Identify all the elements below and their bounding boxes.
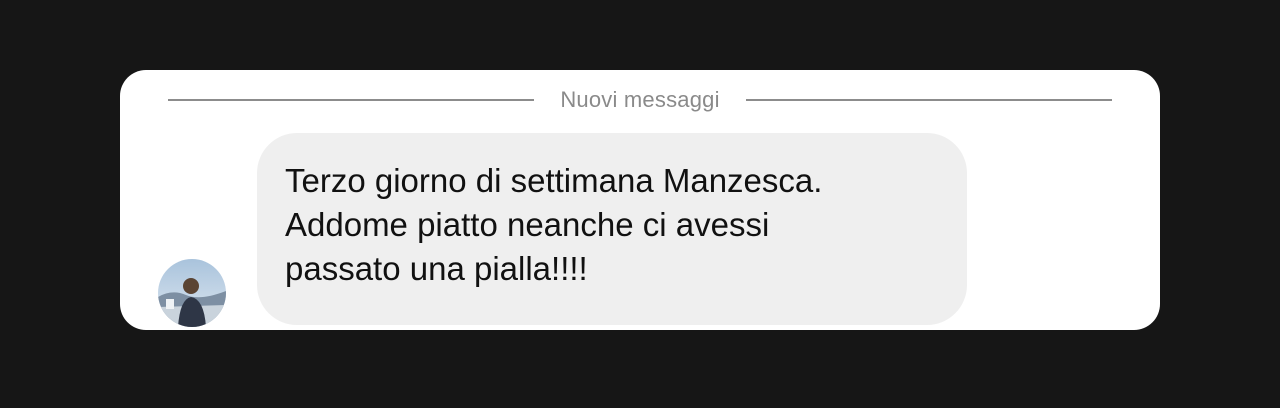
- message-line: passato una pialla!!!!: [285, 250, 588, 287]
- new-messages-label: Nuovi messaggi: [560, 87, 720, 112]
- message-bubble[interactable]: Terzo giorno di settimana Manzesca. Addo…: [257, 133, 967, 325]
- new-messages-divider: Nuovi messaggi: [168, 84, 1113, 116]
- sender-avatar[interactable]: [158, 259, 226, 327]
- message-line: Addome piatto neanche ci avessi: [285, 206, 770, 243]
- chat-panel: Nuovi messaggi Terzo giorno di settimana…: [120, 70, 1160, 330]
- avatar-photo-icon: [158, 259, 226, 327]
- divider-line-left: [168, 99, 535, 101]
- divider-line-right: [745, 99, 1113, 101]
- message-line: Terzo giorno di settimana Manzesca.: [285, 162, 823, 199]
